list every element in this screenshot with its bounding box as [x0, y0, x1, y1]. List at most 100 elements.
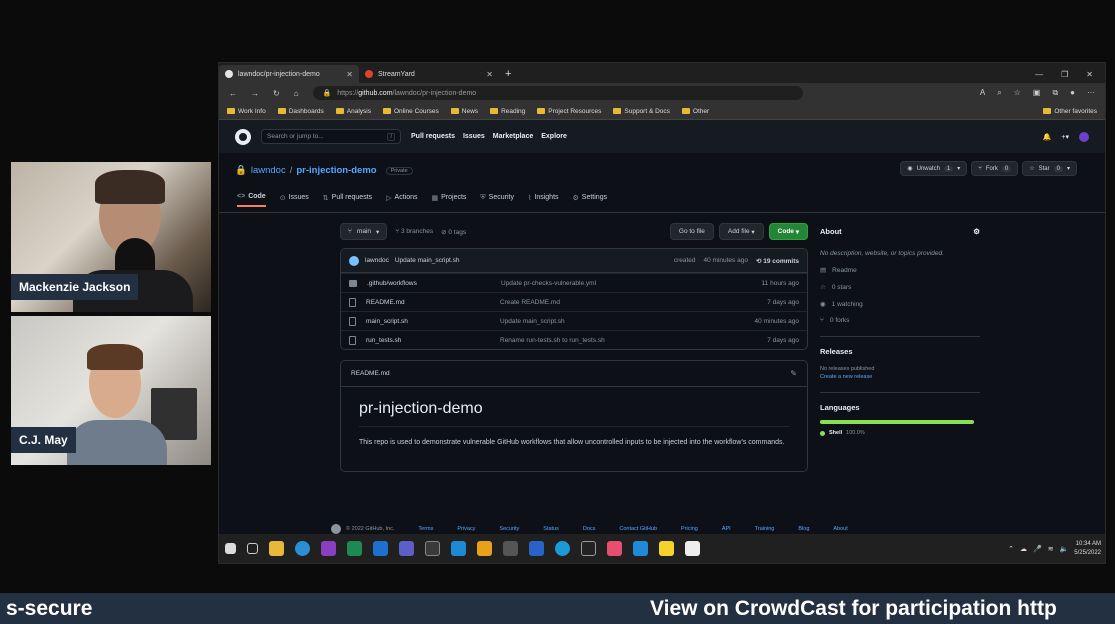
refresh-icon[interactable]: ↻: [273, 89, 280, 98]
tab-pull-requests[interactable]: ⇅ Pull requests: [323, 193, 372, 207]
terminal-icon[interactable]: [425, 541, 440, 556]
app-icon[interactable]: [581, 541, 596, 556]
table-row[interactable]: main_script.sh Update main_script.sh 40 …: [341, 311, 807, 330]
file-commit-message[interactable]: Rename run-tests.sh to run_tests.sh: [500, 337, 767, 344]
bookmark-folder[interactable]: News: [450, 108, 478, 115]
close-window-icon[interactable]: ✕: [1086, 70, 1093, 79]
tab-actions[interactable]: ▷ Actions: [386, 193, 417, 207]
table-row[interactable]: README.md Create README.md 7 days ago: [341, 292, 807, 311]
maximize-icon[interactable]: ❐: [1061, 70, 1068, 79]
watchers-link[interactable]: ◉ 1 watching: [820, 300, 980, 309]
onenote-icon[interactable]: [321, 541, 336, 556]
commit-age[interactable]: 40 minutes ago: [704, 257, 748, 265]
bookmark-folder[interactable]: Project Resources: [537, 108, 601, 115]
minimize-icon[interactable]: —: [1035, 70, 1043, 79]
file-name[interactable]: README.md: [366, 299, 500, 306]
footer-link[interactable]: Contact GitHub: [619, 526, 657, 532]
tab-security[interactable]: ⛨ Security: [480, 193, 514, 207]
task-view-icon[interactable]: [247, 543, 258, 554]
app-icon[interactable]: [503, 541, 518, 556]
file-commit-message[interactable]: Update pr-checks-vulnerable.yml: [501, 280, 762, 287]
github-logo-icon[interactable]: [235, 128, 251, 145]
go-to-file-button[interactable]: Go to file: [669, 223, 714, 240]
other-favorites[interactable]: Other favorites: [1043, 108, 1097, 115]
nav-issues[interactable]: Issues: [463, 133, 485, 140]
footer-link[interactable]: Privacy: [457, 526, 475, 532]
teams-icon[interactable]: [399, 541, 414, 556]
gear-icon[interactable]: ⚙: [973, 227, 980, 236]
profile-icon[interactable]: ●: [1070, 88, 1075, 98]
file-explorer-icon[interactable]: [269, 541, 284, 556]
taskbar-clock[interactable]: 10:34 AM 5/25/2022: [1074, 540, 1101, 558]
commits-link[interactable]: 19 commits: [763, 258, 799, 265]
footer-link[interactable]: Terms: [418, 526, 433, 532]
more-icon[interactable]: ···: [1087, 88, 1095, 98]
app-icon[interactable]: [633, 541, 648, 556]
fork-button[interactable]: ⑂ Fork 0: [971, 161, 1019, 176]
code-button[interactable]: Code ▾: [768, 223, 808, 240]
file-name[interactable]: run_tests.sh: [366, 337, 500, 344]
browser-tab-streamyard[interactable]: StreamYard ✕: [359, 65, 499, 83]
create-release-link[interactable]: Create a new release: [820, 374, 980, 380]
forks-link[interactable]: ⑂ 0 forks: [820, 317, 980, 324]
app-icon[interactable]: [347, 541, 362, 556]
commit-message[interactable]: Update main_script.sh: [395, 257, 460, 264]
extension-icon[interactable]: ▣: [1033, 88, 1041, 98]
back-icon[interactable]: ←: [229, 89, 237, 98]
nav-pull-requests[interactable]: Pull requests: [411, 133, 455, 140]
footer-link[interactable]: Blog: [798, 526, 809, 532]
plus-dropdown-icon[interactable]: +▾: [1061, 133, 1069, 141]
bookmark-folder[interactable]: Online Courses: [382, 108, 439, 115]
footer-link[interactable]: Docs: [583, 526, 596, 532]
volume-icon[interactable]: 🔈: [1060, 545, 1069, 553]
footer-link[interactable]: Status: [543, 526, 559, 532]
bookmark-folder[interactable]: Analysis: [335, 108, 371, 115]
readme-link[interactable]: ▤ Readme: [820, 266, 980, 275]
commit-author[interactable]: lawndoc: [365, 257, 389, 264]
close-icon[interactable]: ✕: [346, 70, 353, 79]
file-commit-message[interactable]: Update main_script.sh: [500, 318, 755, 325]
footer-link[interactable]: Training: [755, 526, 775, 532]
nav-marketplace[interactable]: Marketplace: [493, 133, 533, 140]
pencil-icon[interactable]: ✎: [790, 369, 797, 378]
forward-icon[interactable]: →: [251, 89, 259, 98]
windows-start-icon[interactable]: [225, 543, 236, 554]
file-name[interactable]: .github/workflows: [367, 280, 501, 287]
bookmark-folder[interactable]: Dashboards: [277, 108, 324, 115]
chevron-up-icon[interactable]: ⌃: [1008, 545, 1014, 553]
tab-insights[interactable]: ⌇ Insights: [528, 193, 559, 207]
repo-owner-link[interactable]: lawndoc: [251, 165, 286, 176]
address-bar[interactable]: 🔒 https://github.com/lawndoc/pr-injectio…: [312, 86, 803, 100]
footer-link[interactable]: API: [722, 526, 731, 532]
edge-icon[interactable]: [295, 541, 310, 556]
sticky-notes-icon[interactable]: [659, 541, 674, 556]
zoom-icon[interactable]: ⌕: [997, 88, 1001, 98]
collections-icon[interactable]: ⧉: [1052, 88, 1058, 98]
avatar[interactable]: [349, 255, 359, 266]
branch-selector[interactable]: ⑂ main ▾: [340, 223, 388, 240]
app-icon[interactable]: [529, 541, 544, 556]
star-button[interactable]: ☆ Star 0 ▾: [1022, 161, 1077, 176]
wifi-icon[interactable]: ≋: [1048, 545, 1054, 553]
bookmark-folder[interactable]: Reading: [490, 108, 525, 115]
repo-name-link[interactable]: pr-injection-demo: [296, 165, 376, 176]
new-tab-button[interactable]: +: [499, 65, 523, 83]
footer-link[interactable]: Pricing: [681, 526, 698, 532]
tab-code[interactable]: <> Code: [237, 193, 266, 207]
search-input[interactable]: Search or jump to... /: [261, 129, 401, 144]
favorite-icon[interactable]: ☆: [1014, 88, 1021, 98]
branches-link[interactable]: ⑂ 3 branches: [395, 228, 433, 235]
unwatch-button[interactable]: ◉ Unwatch 1 ▾: [900, 161, 968, 176]
close-icon[interactable]: ✕: [486, 70, 493, 79]
app-icon[interactable]: [685, 541, 700, 556]
browser-tab-github[interactable]: lawndoc/pr-injection-demo ✕: [219, 65, 359, 83]
file-commit-message[interactable]: Create README.md: [500, 299, 767, 306]
add-file-button[interactable]: Add file ▾: [718, 223, 764, 240]
home-icon[interactable]: ⌂: [294, 89, 299, 98]
vscode-icon[interactable]: [451, 541, 466, 556]
language-item[interactable]: Shell 100.0%: [820, 430, 980, 436]
bookmark-folder[interactable]: Support & Docs: [613, 108, 670, 115]
cloud-icon[interactable]: ☁: [1020, 545, 1027, 553]
tags-link[interactable]: ⊘ 0 tags: [441, 228, 466, 236]
bookmark-folder[interactable]: Work Info: [227, 108, 266, 115]
